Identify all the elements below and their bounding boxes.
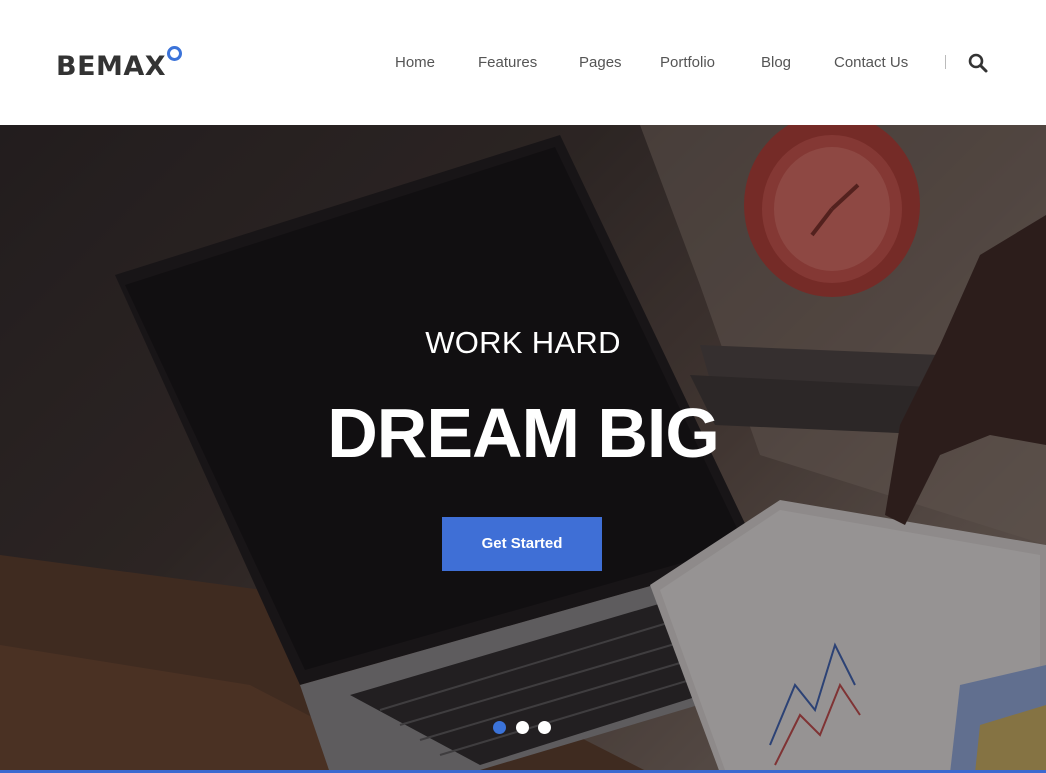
slider-dot-1[interactable]	[493, 721, 506, 734]
nav-divider	[945, 55, 946, 69]
search-button[interactable]	[966, 52, 990, 74]
nav-item-features[interactable]: Features	[478, 50, 537, 76]
nav-item-contact-us[interactable]: Contact Us	[834, 50, 908, 76]
hero-subtitle: WORK HARD	[425, 325, 621, 360]
nav-item-blog[interactable]: Blog	[761, 50, 791, 76]
nav-item-portfolio[interactable]: Portfolio	[660, 50, 715, 76]
slider-dot-2[interactable]	[516, 721, 529, 734]
hero-title: DREAM BIG	[327, 394, 720, 472]
nav-item-pages[interactable]: Pages	[579, 50, 622, 76]
logo-circle-icon	[167, 46, 182, 61]
search-icon	[968, 53, 988, 73]
nav-item-home[interactable]: Home	[395, 50, 435, 76]
brand-logo[interactable]: BEMAX	[56, 44, 166, 90]
hero-slider: WORK HARD DREAM BIG Get Started	[0, 125, 1046, 773]
slider-dot-3[interactable]	[538, 721, 551, 734]
site-header: BEMAX Home Features Pages Portfolio Blog…	[0, 0, 1046, 125]
get-started-button[interactable]: Get Started	[442, 517, 602, 571]
